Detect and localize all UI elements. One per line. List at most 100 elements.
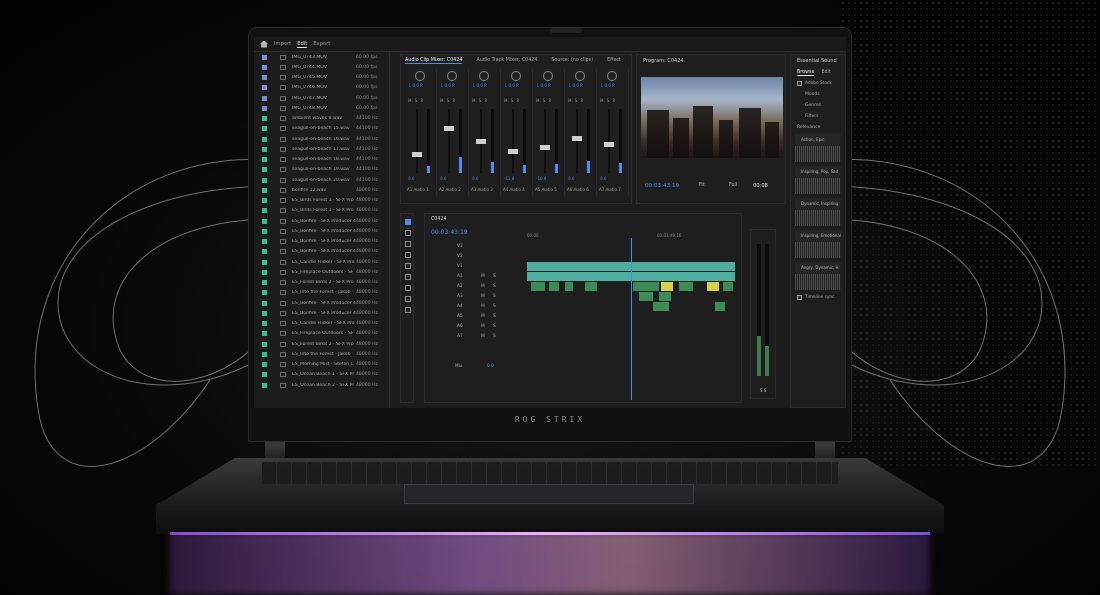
label-color-swatch[interactable]: [262, 351, 267, 357]
list-item[interactable]: ES_Ocean Beach 2 - SFX Pr 48000 Hz: [254, 380, 389, 390]
checkbox-icon[interactable]: [797, 295, 802, 300]
track-label[interactable]: A1: [457, 274, 463, 279]
fader-handle[interactable]: [572, 135, 582, 141]
label-color-swatch[interactable]: [262, 341, 267, 347]
fader-handle[interactable]: [444, 126, 454, 132]
list-item[interactable]: seagull-on-beach 16.wav 44100 Hz: [254, 134, 389, 144]
volume-fader-track[interactable]: [608, 109, 610, 173]
sequence-tab[interactable]: C0424: [431, 217, 447, 222]
tab-effect[interactable]: Effect: [607, 58, 621, 64]
fader-handle[interactable]: [508, 148, 518, 154]
track-label[interactable]: A3: [457, 294, 463, 299]
list-item[interactable]: ES_Candle Flicker - SFX Pro 48000 Hz: [254, 319, 389, 329]
volume-value[interactable]: -10.9: [536, 176, 546, 181]
track-select-tool-icon[interactable]: [405, 230, 411, 236]
volume-value[interactable]: 0.0: [568, 176, 574, 181]
volume-fader-track[interactable]: [416, 109, 418, 173]
mute-button[interactable]: M: [481, 324, 485, 329]
program-timecode[interactable]: 00:03:43:19: [645, 183, 679, 189]
volume-fader-track[interactable]: [448, 109, 450, 173]
track-header[interactable]: V3: [443, 242, 521, 252]
label-color-swatch[interactable]: [262, 259, 267, 265]
solo-button[interactable]: S: [493, 274, 496, 279]
zoom-select[interactable]: Fit: [699, 183, 705, 188]
volume-value[interactable]: 0.0: [472, 176, 478, 181]
label-color-swatch[interactable]: [262, 321, 267, 327]
fader-handle[interactable]: [476, 139, 486, 144]
list-item[interactable]: ES_Into the Forest - Jakob 48000 Hz: [254, 349, 389, 359]
list-item[interactable]: ES_Bonfire - SFX Producer 4 48000 Hz: [254, 237, 389, 247]
label-color-swatch[interactable]: [262, 116, 267, 122]
home-icon[interactable]: [260, 40, 268, 48]
label-color-swatch[interactable]: [262, 85, 267, 91]
resolution-select[interactable]: Full: [729, 183, 737, 188]
list-item[interactable]: ES_Fireplace Outdoors - SF 48000 Hz: [254, 267, 389, 277]
list-item[interactable]: seagull-on-beach 18.wav 44100 Hz: [254, 155, 389, 165]
list-item[interactable]: IMG_0743.MOV 60.00 fps: [254, 52, 389, 62]
pan-knob-icon[interactable]: [575, 71, 585, 81]
label-color-swatch[interactable]: [262, 126, 267, 132]
volume-fader-track[interactable]: [512, 109, 514, 173]
list-item[interactable]: ES_Bonfire - SFX Producer 4 48000 Hz: [254, 226, 389, 236]
label-color-swatch[interactable]: [262, 228, 267, 234]
adobe-stock-toggle[interactable]: Adobe Stock: [791, 76, 845, 86]
label-color-swatch[interactable]: [262, 54, 267, 60]
sound-preset[interactable]: Action, Epic: [795, 134, 841, 162]
list-item[interactable]: ES_Birds Forest 1 - SFX Pro 48000 Hz: [254, 206, 389, 216]
label-color-swatch[interactable]: [262, 64, 267, 70]
fader-handle[interactable]: [540, 145, 550, 151]
label-color-swatch[interactable]: [262, 372, 267, 378]
timeline-sync-toggle[interactable]: Timeline sync: [791, 290, 845, 300]
track-label[interactable]: A5: [457, 314, 463, 319]
mute-solo-record-buttons[interactable]: M S R: [440, 98, 456, 103]
sort-select[interactable]: Relevance: [791, 119, 845, 130]
volume-value[interactable]: 0.0: [600, 176, 606, 181]
fader-handle[interactable]: [412, 151, 422, 157]
track-label[interactable]: V2: [457, 254, 463, 259]
track-header[interactable]: V2: [443, 252, 521, 262]
track-header[interactable]: A3 M S: [443, 292, 521, 302]
sound-preset[interactable]: Inspiring, Pop, Sad: [795, 166, 841, 194]
mute-button[interactable]: M: [481, 314, 485, 319]
list-item[interactable]: seagull-on-beach 15.wav 44100 Hz: [254, 124, 389, 134]
volume-value[interactable]: 0.0: [440, 176, 446, 181]
label-color-swatch[interactable]: [262, 249, 267, 255]
track-label[interactable]: A4: [457, 304, 463, 309]
label-color-swatch[interactable]: [262, 362, 267, 368]
label-color-swatch[interactable]: [262, 208, 267, 214]
mute-solo-record-buttons[interactable]: M S R: [504, 98, 520, 103]
label-color-swatch[interactable]: [262, 218, 267, 224]
label-color-swatch[interactable]: [262, 187, 267, 193]
track-header[interactable]: V1: [443, 262, 521, 272]
solo-button[interactable]: S: [493, 334, 496, 339]
tab-source[interactable]: Source: (no clips): [551, 58, 593, 64]
label-color-swatch[interactable]: [262, 310, 267, 316]
volume-value[interactable]: 0.0: [408, 176, 414, 181]
label-color-swatch[interactable]: [262, 300, 267, 306]
list-item[interactable]: ES_Candle Flicker - SFX Pro 48000 Hz: [254, 257, 389, 267]
list-item[interactable]: ES_Bonfire - SFX Producer 4 48000 Hz: [254, 308, 389, 318]
label-color-swatch[interactable]: [262, 136, 267, 142]
razor-tool-icon[interactable]: [405, 252, 411, 258]
master-track-value[interactable]: 0.0: [487, 364, 494, 369]
tab-edit[interactable]: Edit: [297, 41, 308, 48]
mute-button[interactable]: M: [481, 304, 485, 309]
mute-solo-record-buttons[interactable]: M S R: [536, 98, 552, 103]
slip-tool-icon[interactable]: [405, 263, 411, 269]
list-item[interactable]: IMG_0746.MOV 60.00 fps: [254, 83, 389, 93]
solo-button[interactable]: S: [493, 294, 496, 299]
list-item[interactable]: IMG_0744.MOV 60.00 fps: [254, 62, 389, 72]
track-label[interactable]: V1: [457, 264, 463, 269]
list-item[interactable]: ES_Forest Birds 2 - SFX Pro 48000 Hz: [254, 339, 389, 349]
tab-import[interactable]: Import: [274, 41, 291, 47]
mute-button[interactable]: M: [481, 334, 485, 339]
list-item[interactable]: ES_Bonfire - SFX Producer 4 48000 Hz: [254, 247, 389, 257]
sound-preset[interactable]: Dynamic, Inspiring: [795, 198, 841, 226]
track-header[interactable]: A6 M S: [443, 322, 521, 332]
mute-button[interactable]: M: [481, 284, 485, 289]
pan-knob-icon[interactable]: [543, 71, 553, 81]
solo-button[interactable]: S: [493, 284, 496, 289]
rectangle-tool-icon[interactable]: [405, 285, 411, 291]
label-color-swatch[interactable]: [262, 198, 267, 204]
track-header[interactable]: A4 M S: [443, 302, 521, 312]
